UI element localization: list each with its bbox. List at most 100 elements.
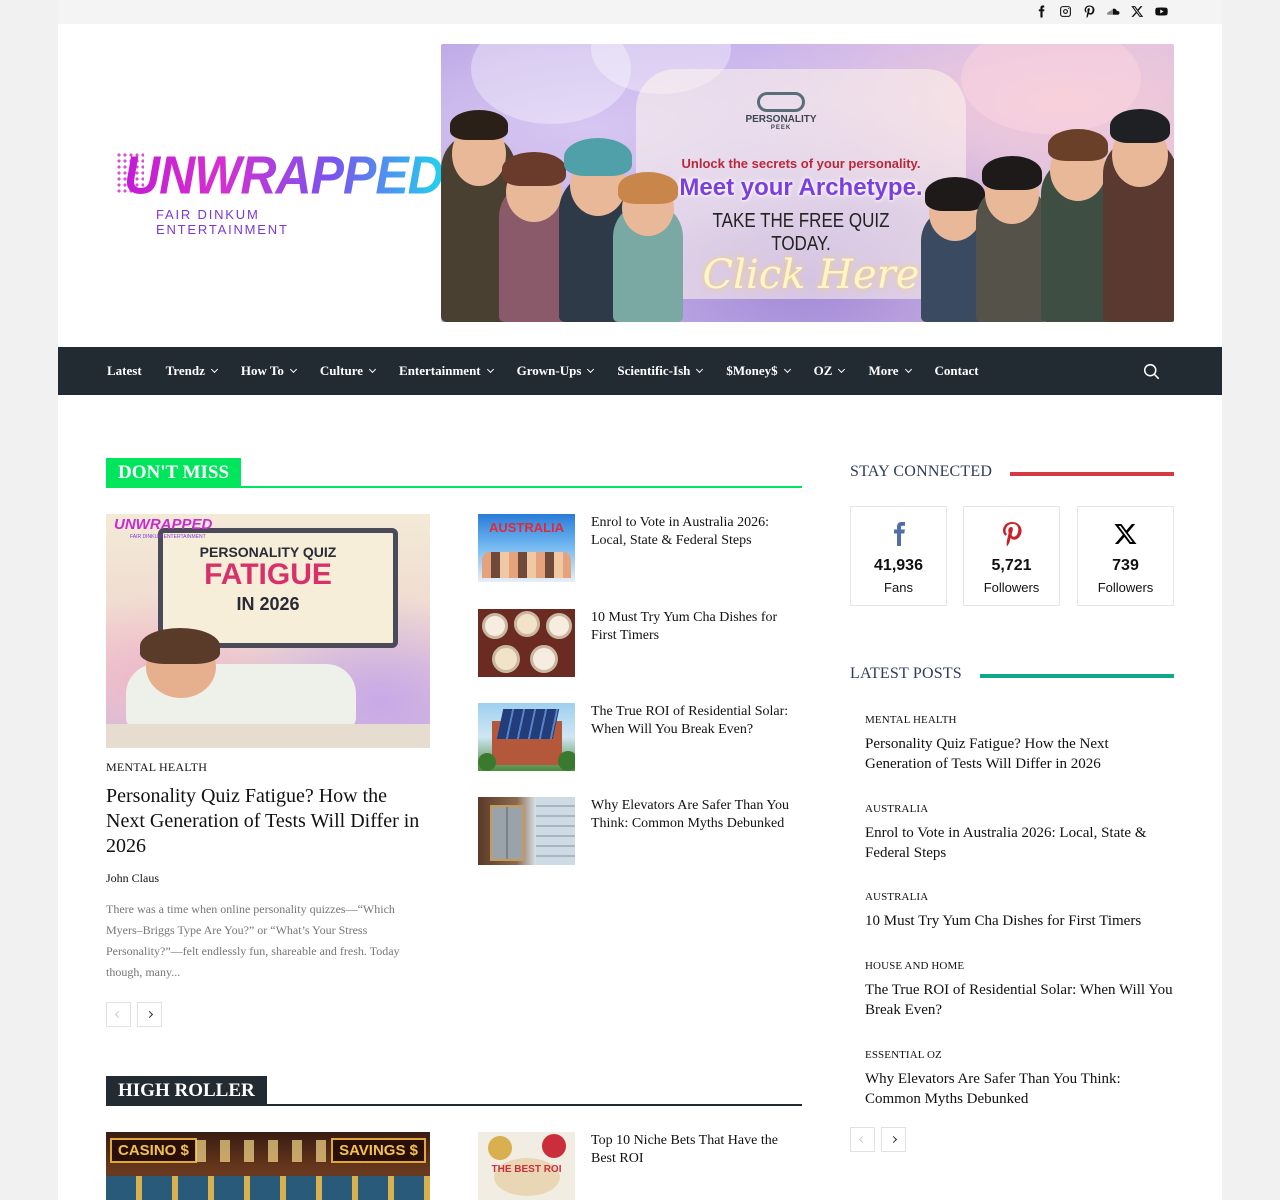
nav-item-more[interactable]: More	[868, 363, 912, 379]
nav-item-grown-ups[interactable]: Grown-Ups	[517, 363, 595, 379]
page: UNWRAPPED FAIR DINKUM ENTERTAINMENT PERS…	[58, 0, 1222, 1200]
pinterest-social-box[interactable]: 5,721 Followers	[963, 506, 1060, 606]
top-social-icons	[1034, 4, 1168, 18]
latest-post-category[interactable]: AUSTRALIA	[865, 891, 1175, 903]
featured-image-text-2: FATIGUE	[204, 558, 332, 591]
next-page-button[interactable]	[881, 1127, 906, 1152]
logo-tagline: FAIR DINKUM ENTERTAINMENT	[156, 207, 289, 237]
logo-wordmark: UNWRAPPED	[124, 137, 444, 213]
facebook-social-box[interactable]: 41,936 Fans	[850, 506, 947, 606]
latest-post-item[interactable]: ESSENTIAL OZ Why Elevators Are Safer Tha…	[865, 1049, 1175, 1109]
list-item[interactable]: THE BEST ROI Top 10 Niche Bets That Have…	[478, 1132, 802, 1200]
nav-item-label: Scientific-Ish	[617, 363, 691, 378]
chevron-down-icon	[368, 365, 377, 374]
chevron-down-icon	[696, 365, 704, 374]
personality-peek-logo-icon	[757, 92, 805, 112]
featured-post-category[interactable]: MENTAL HEALTH	[106, 760, 207, 775]
latest-post-category[interactable]: AUSTRALIA	[865, 803, 1175, 815]
latest-posts-heading: LATEST POSTS	[850, 665, 980, 683]
top-bar	[58, 0, 1222, 24]
nav-item-trendz[interactable]: Trendz	[166, 363, 218, 379]
list-item[interactable]: 10 Must Try Yum Cha Dishes for First Tim…	[478, 609, 802, 677]
latest-post-title[interactable]: Enrol to Vote in Australia 2026: Local, …	[865, 823, 1175, 863]
post-thumbnail: AUSTRALIA	[478, 514, 575, 582]
list-item-title[interactable]: Enrol to Vote in Australia 2026: Local, …	[591, 514, 801, 550]
post-thumbnail	[478, 609, 575, 677]
facebook-icon[interactable]	[1034, 4, 1048, 18]
soundcloud-icon[interactable]	[1106, 4, 1120, 18]
savings-sign: SAVINGS $	[331, 1138, 426, 1163]
pinterest-count: 5,721	[991, 557, 1032, 574]
chevron-right-icon	[889, 1135, 898, 1144]
chevron-down-icon	[783, 365, 791, 374]
nav-item-latest[interactable]: Latest	[107, 363, 142, 379]
character-illustration	[976, 156, 1048, 322]
high-roller-heading[interactable]: HIGH ROLLER	[106, 1076, 267, 1106]
facebook-icon	[851, 521, 946, 547]
list-item[interactable]: AUSTRALIA Enrol to Vote in Australia 202…	[478, 514, 802, 582]
nav-item-label: OZ	[813, 363, 833, 378]
chevron-down-icon	[289, 365, 297, 374]
x-label: Followers	[1097, 580, 1154, 595]
nav-item-scientific-ish[interactable]: Scientific-Ish	[617, 363, 704, 379]
featured-image-logo: UNWRAPPED	[114, 516, 213, 533]
prev-page-button[interactable]	[850, 1127, 875, 1152]
latest-post-item[interactable]: MENTAL HEALTH Personality Quiz Fatigue? …	[865, 714, 1175, 774]
banner-ad[interactable]: PERSONALITY PEEK Unlock the secrets of yo…	[441, 44, 1174, 322]
pinterest-label: Followers	[983, 580, 1040, 595]
x-social-box[interactable]: 739 Followers	[1077, 506, 1174, 606]
high-roller-featured-image[interactable]: CASINO $ SAVINGS $	[106, 1132, 430, 1200]
featured-post-excerpt: There was a time when online personality…	[106, 902, 400, 979]
nav-item-how-to[interactable]: How To	[241, 363, 297, 379]
latest-post-category[interactable]: MENTAL HEALTH	[865, 714, 1175, 726]
desk-surface	[106, 724, 430, 748]
list-item[interactable]: The True ROI of Residential Solar: When …	[478, 703, 802, 771]
site-logo[interactable]: UNWRAPPED FAIR DINKUM ENTERTAINMENT	[116, 140, 444, 237]
nav-item-money[interactable]: $Money$	[726, 363, 791, 379]
list-item-title[interactable]: 10 Must Try Yum Cha Dishes for First Tim…	[591, 609, 801, 645]
latest-post-title[interactable]: Why Elevators Are Safer Than You Think: …	[865, 1069, 1175, 1109]
nav-item-entertainment[interactable]: Entertainment	[399, 363, 494, 379]
instagram-icon[interactable]	[1058, 4, 1072, 18]
nav-item-label: $Money$	[726, 363, 778, 378]
list-item-title[interactable]: Top 10 Niche Bets That Have the Best ROI	[591, 1132, 801, 1168]
featured-post-image[interactable]: UNWRAPPED FAIR DINKUM ENTERTAINMENT PERS…	[106, 514, 430, 748]
latest-post-title[interactable]: 10 Must Try Yum Cha Dishes for First Tim…	[865, 911, 1175, 931]
dont-miss-heading[interactable]: DON'T MISS	[106, 458, 242, 488]
nav-item-contact[interactable]: Contact	[935, 363, 979, 379]
nav-item-oz[interactable]: OZ	[813, 363, 846, 379]
latest-post-item[interactable]: AUSTRALIA Enrol to Vote in Australia 202…	[865, 803, 1175, 863]
nav-item-culture[interactable]: Culture	[320, 363, 377, 379]
pinterest-icon[interactable]	[1082, 4, 1096, 18]
prev-page-button[interactable]	[106, 1002, 131, 1027]
nav-item-label: More	[868, 363, 899, 378]
latest-post-category[interactable]: ESSENTIAL OZ	[865, 1049, 1175, 1061]
banner-line-1: Unlock the secrets of your personality.	[681, 156, 921, 171]
chevron-left-icon	[114, 1010, 123, 1019]
chevron-down-icon	[587, 365, 595, 374]
latest-post-title[interactable]: The True ROI of Residential Solar: When …	[865, 980, 1175, 1020]
x-icon	[1078, 521, 1173, 547]
latest-post-item[interactable]: AUSTRALIA 10 Must Try Yum Cha Dishes for…	[865, 891, 1175, 931]
list-item-title[interactable]: Why Elevators Are Safer Than You Think: …	[591, 797, 801, 833]
next-page-button[interactable]	[137, 1002, 162, 1027]
featured-image-text-3: IN 2026	[236, 594, 300, 614]
list-item[interactable]: Why Elevators Are Safer Than You Think: …	[478, 797, 802, 865]
search-icon[interactable]	[1143, 363, 1160, 380]
banner-line-3: TAKE THE FREE QUIZ TODAY.	[712, 210, 890, 255]
nav-item-label: Latest	[107, 363, 142, 378]
chevron-down-icon	[210, 365, 218, 374]
youtube-icon[interactable]	[1154, 4, 1168, 18]
latest-post-title[interactable]: Personality Quiz Fatigue? How the Next G…	[865, 734, 1175, 774]
latest-post-category[interactable]: HOUSE AND HOME	[865, 960, 1175, 972]
banner-cta: Click Here	[702, 252, 920, 298]
thumbnail-text: THE BEST ROI	[491, 1164, 562, 1175]
featured-image-logo-sub: FAIR DINKUM ENTERTAINMENT	[130, 534, 206, 540]
featured-post-title[interactable]: Personality Quiz Fatigue? How the Next G…	[106, 784, 430, 859]
featured-post-author[interactable]: John Claus	[106, 871, 159, 886]
latest-post-item[interactable]: HOUSE AND HOME The True ROI of Residenti…	[865, 960, 1175, 1020]
chevron-right-icon	[145, 1010, 154, 1019]
nav-item-label: Entertainment	[399, 363, 481, 378]
list-item-title[interactable]: The True ROI of Residential Solar: When …	[591, 703, 801, 739]
x-icon[interactable]	[1130, 4, 1144, 18]
